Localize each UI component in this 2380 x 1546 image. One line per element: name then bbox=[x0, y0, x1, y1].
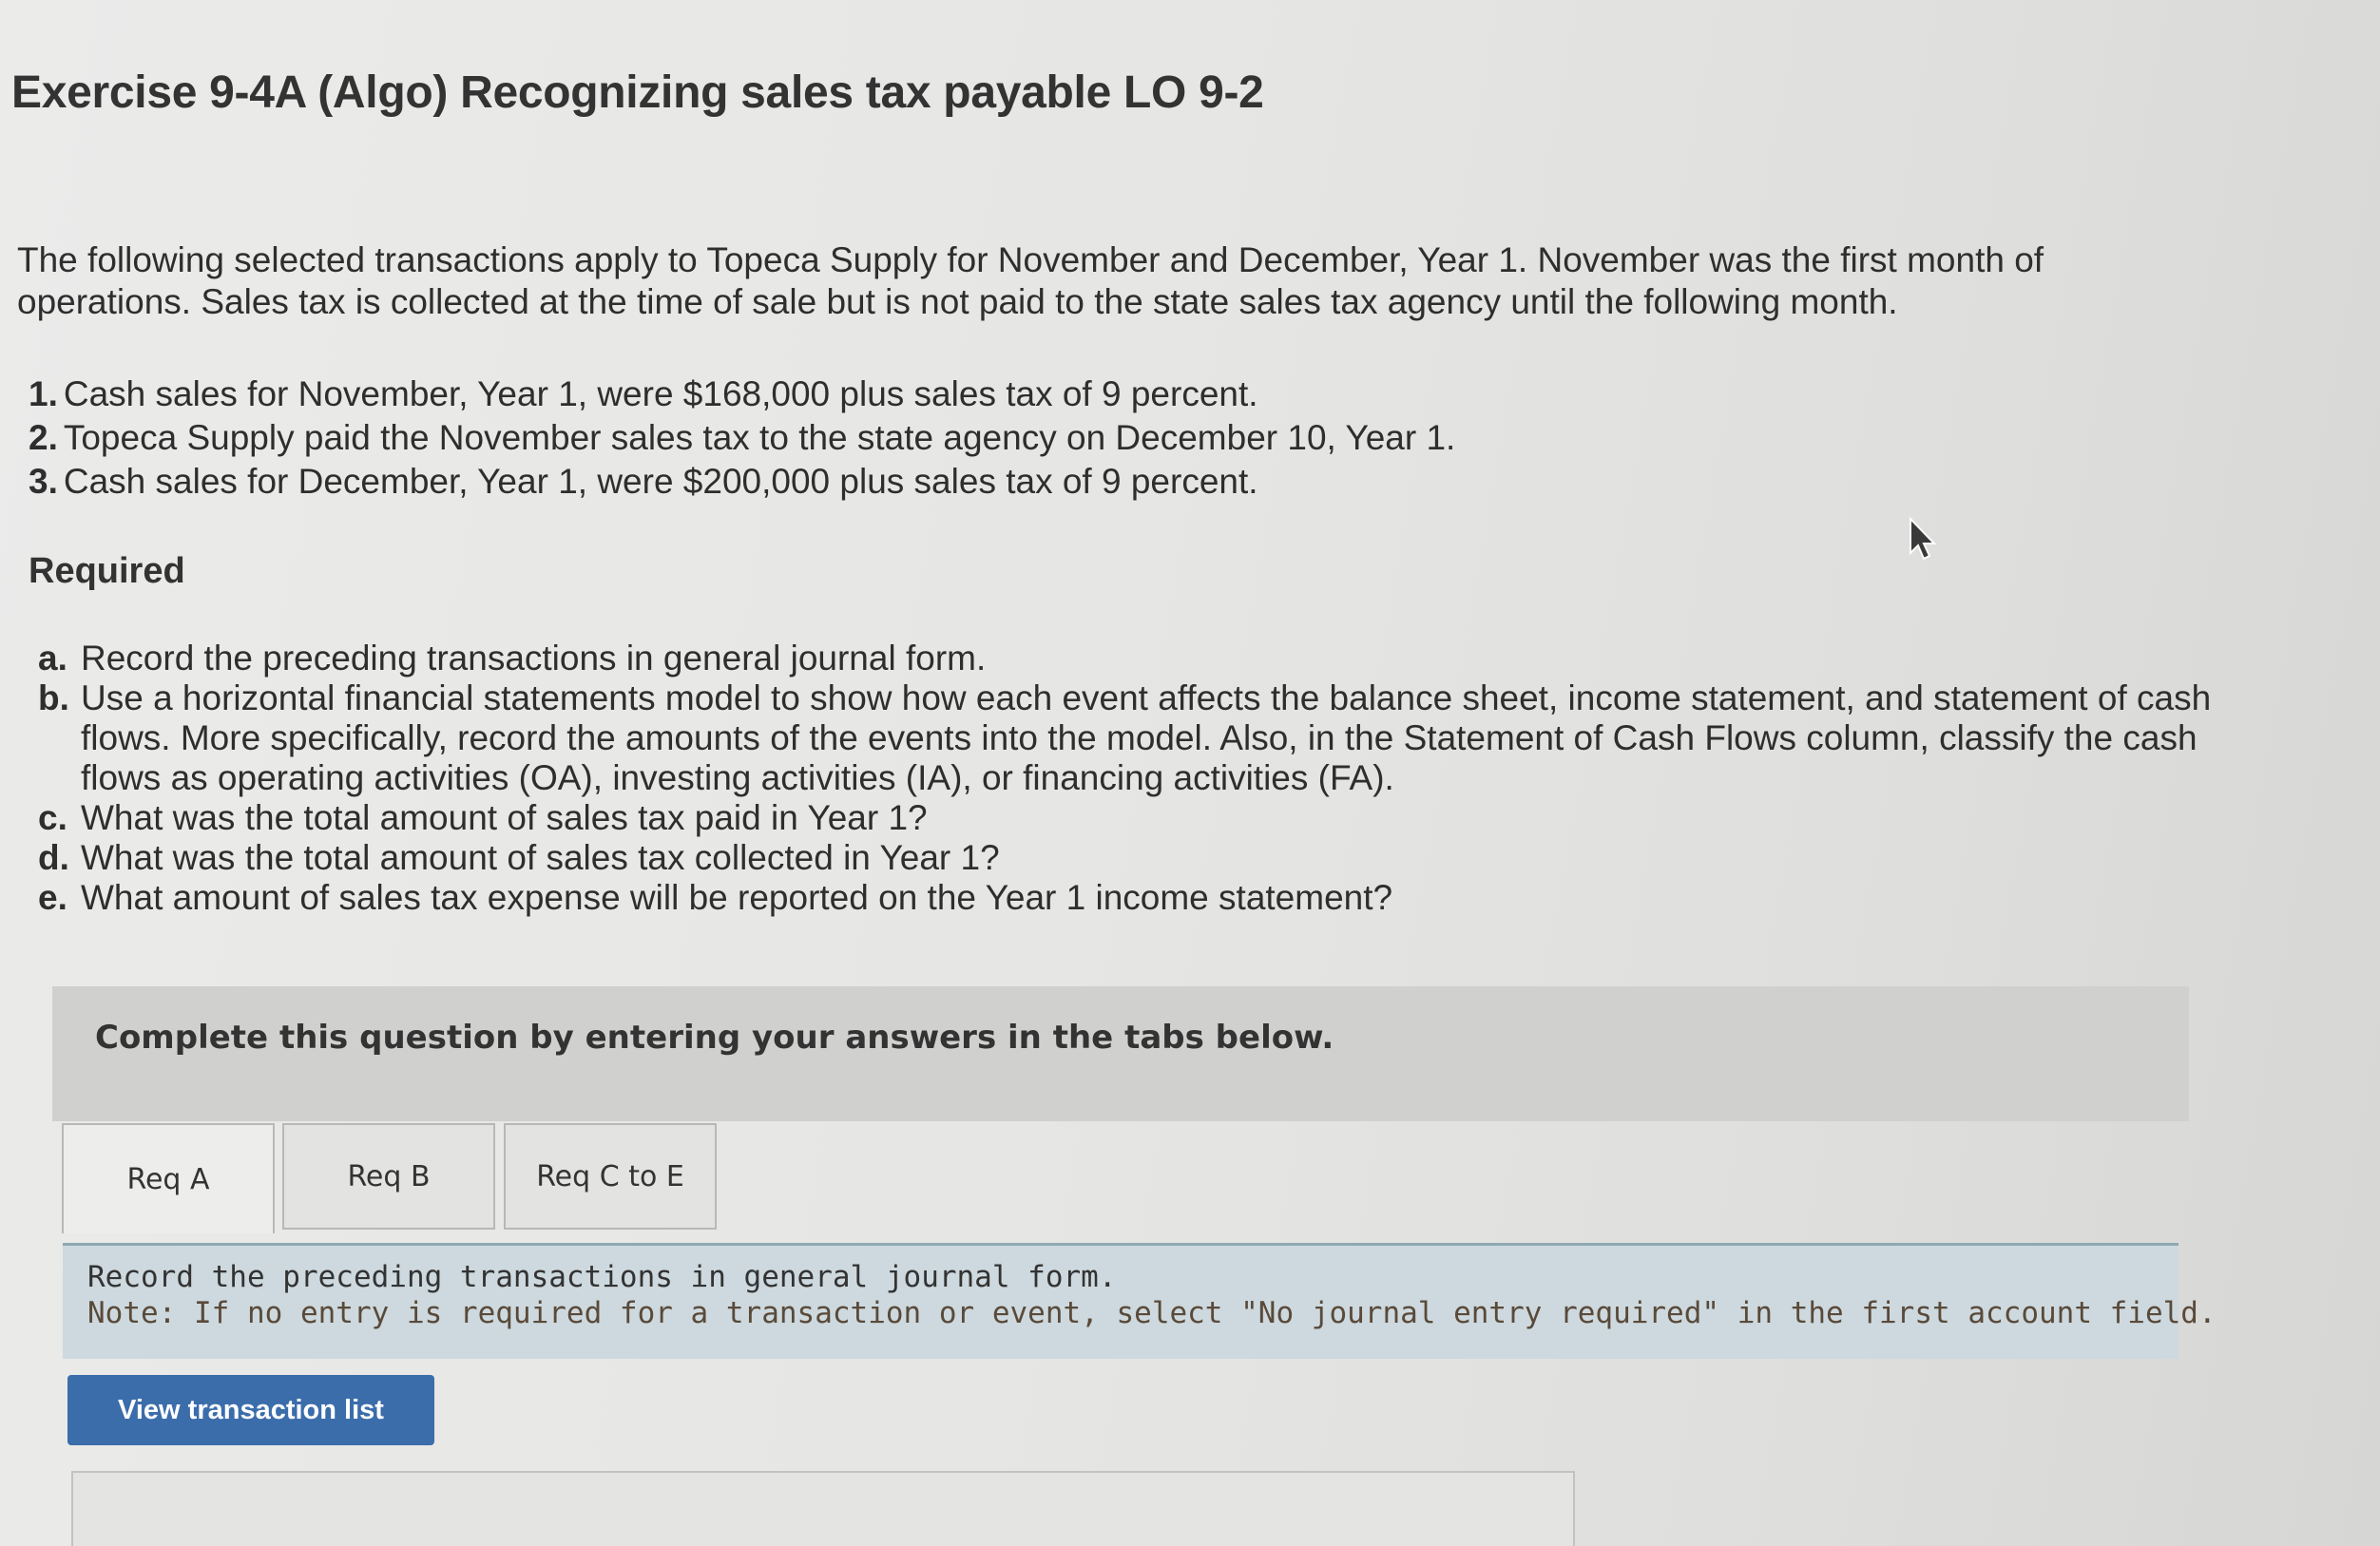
list-item: 1. Cash sales for November, Year 1, were … bbox=[29, 372, 1455, 416]
list-text: Use a horizontal financial statements mo… bbox=[81, 678, 2212, 797]
list-text: Topeca Supply paid the November sales ta… bbox=[63, 418, 1456, 457]
list-text: Record the preceding transactions in gen… bbox=[81, 639, 987, 678]
requirements-list: a. Record the preceding transactions in g… bbox=[38, 639, 2253, 918]
list-number: 1. bbox=[29, 374, 58, 413]
intro-paragraph: The following selected transactions appl… bbox=[17, 240, 2044, 321]
tab-req-b[interactable]: Req B bbox=[282, 1123, 495, 1230]
journal-entry-area[interactable] bbox=[71, 1471, 1575, 1546]
tab-req-c-to-e[interactable]: Req C to E bbox=[504, 1123, 717, 1230]
list-item: a. Record the preceding transactions in g… bbox=[38, 639, 2253, 678]
list-item: c. What was the total amount of sales tax… bbox=[38, 798, 2253, 838]
page-title: Exercise 9-4A (Algo) Recognizing sales t… bbox=[11, 67, 1264, 118]
list-number: 3. bbox=[29, 462, 58, 501]
note-instruction: Record the preceding transactions in gen… bbox=[87, 1260, 1117, 1294]
list-letter: c. bbox=[38, 798, 67, 837]
list-item: b. Use a horizontal financial statements … bbox=[38, 678, 2253, 798]
list-letter: b. bbox=[38, 678, 69, 717]
list-text: What amount of sales tax expense will be… bbox=[81, 878, 1393, 917]
list-letter: a. bbox=[38, 639, 67, 678]
instruction-text: Complete this question by entering your … bbox=[95, 1019, 1334, 1057]
requirement-note: Record the preceding transactions in gen… bbox=[63, 1243, 2217, 1359]
list-number: 2. bbox=[29, 418, 58, 457]
tab-req-a[interactable]: Req A bbox=[62, 1123, 275, 1233]
list-item: 2. Topeca Supply paid the November sales … bbox=[29, 416, 1455, 460]
view-transaction-list-button[interactable]: View transaction list bbox=[67, 1375, 434, 1445]
list-item: e. What amount of sales tax expense will … bbox=[38, 878, 2253, 918]
mouse-pointer-icon bbox=[1910, 517, 1937, 561]
list-text: What was the total amount of sales tax p… bbox=[81, 798, 928, 837]
list-letter: e. bbox=[38, 878, 67, 917]
list-item: 3. Cash sales for December, Year 1, were … bbox=[29, 460, 1455, 504]
list-text: Cash sales for November, Year 1, were $1… bbox=[63, 374, 1258, 413]
list-letter: d. bbox=[38, 838, 69, 877]
transaction-list: 1. Cash sales for November, Year 1, were … bbox=[29, 372, 1455, 504]
list-item: d. What was the total amount of sales tax… bbox=[38, 838, 2253, 878]
list-text: What was the total amount of sales tax c… bbox=[81, 838, 1000, 877]
note-detail: Note: If no entry is required for a tran… bbox=[87, 1296, 2217, 1330]
required-heading: Required bbox=[29, 551, 185, 591]
list-text: Cash sales for December, Year 1, were $2… bbox=[63, 462, 1258, 501]
